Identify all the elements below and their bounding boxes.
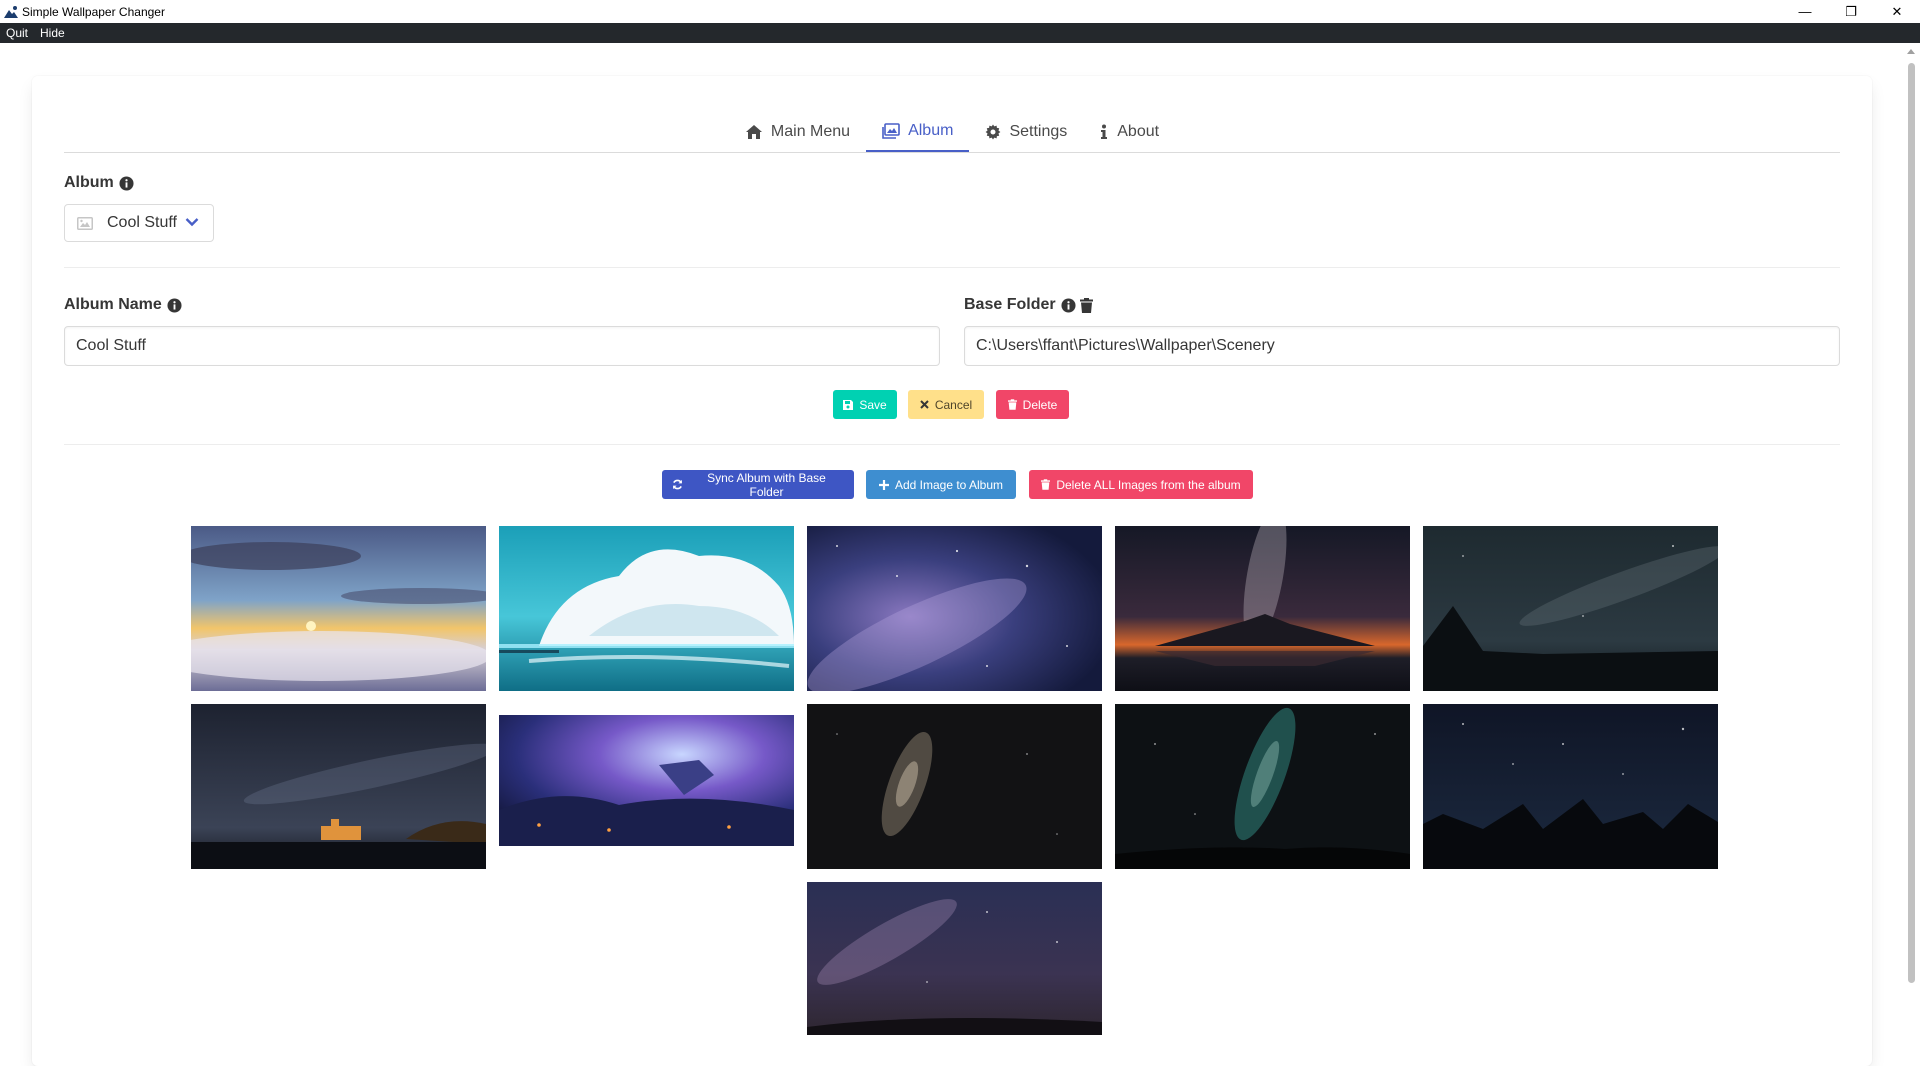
album-label-group: Album bbox=[64, 174, 134, 192]
add-image-button[interactable]: Add Image to Album bbox=[866, 470, 1016, 499]
thumbnail-teal-milky-way[interactable] bbox=[1115, 704, 1410, 869]
menu-bar: Quit Hide bbox=[0, 23, 1920, 43]
save-icon bbox=[843, 399, 854, 410]
menu-hide[interactable]: Hide bbox=[34, 23, 71, 43]
plus-icon bbox=[878, 479, 889, 490]
album-name-label-group: Album Name bbox=[64, 296, 182, 314]
delete-label: Delete bbox=[1022, 397, 1058, 412]
sync-album-button[interactable]: Sync Album with Base Folder bbox=[662, 470, 854, 499]
vertical-scrollbar[interactable] bbox=[1903, 43, 1920, 1035]
scroll-up-arrow-icon[interactable] bbox=[1907, 49, 1915, 54]
base-folder-label: Base Folder bbox=[964, 296, 1056, 313]
delete-button[interactable]: Delete bbox=[996, 390, 1069, 419]
image-icon bbox=[77, 216, 93, 230]
trash-icon[interactable] bbox=[1079, 297, 1093, 313]
trash-icon bbox=[1007, 399, 1017, 410]
restore-button[interactable]: ❐ bbox=[1828, 0, 1874, 23]
thumbnail-castle-night-sky[interactable] bbox=[191, 704, 486, 869]
tab-settings-label: Settings bbox=[1009, 122, 1068, 140]
cancel-button[interactable]: Cancel bbox=[908, 390, 984, 419]
save-button[interactable]: Save bbox=[833, 390, 897, 419]
home-icon bbox=[745, 124, 763, 140]
album-select[interactable]: Cool Stuff bbox=[64, 204, 214, 242]
thumbnail-dark-lake-sky[interactable] bbox=[1423, 526, 1718, 691]
thumbnail-floating-islands[interactable] bbox=[499, 715, 794, 846]
window-titlebar: Simple Wallpaper Changer — ❐ ✕ bbox=[0, 0, 1920, 23]
add-image-label: Add Image to Album bbox=[894, 477, 1004, 492]
trash-icon bbox=[1041, 479, 1051, 490]
thumbnail-galaxy-core[interactable] bbox=[807, 704, 1102, 869]
tab-bar: Main Menu Album Settings About bbox=[64, 112, 1840, 153]
album-select-value: Cool Stuff bbox=[107, 214, 177, 231]
base-folder-input[interactable] bbox=[964, 326, 1840, 366]
delete-all-images-button[interactable]: Delete ALL Images from the album bbox=[1029, 470, 1253, 499]
thumbnail-anime-cloud-pier[interactable] bbox=[499, 526, 794, 691]
images-icon bbox=[882, 123, 900, 139]
scrollbar-thumb[interactable] bbox=[1908, 63, 1915, 983]
minimize-button[interactable]: — bbox=[1782, 0, 1828, 23]
delete-all-images-label: Delete ALL Images from the album bbox=[1056, 477, 1241, 492]
base-folder-info-icon[interactable] bbox=[1061, 297, 1076, 313]
thumbnail-sunset-clouds[interactable] bbox=[191, 526, 486, 691]
album-name-info-icon[interactable] bbox=[167, 297, 182, 313]
save-label: Save bbox=[859, 397, 887, 412]
section-divider bbox=[64, 444, 1840, 445]
tab-main-menu[interactable]: Main Menu bbox=[729, 112, 866, 151]
close-button[interactable]: ✕ bbox=[1874, 0, 1920, 23]
cancel-label: Cancel bbox=[934, 397, 973, 412]
album-name-input[interactable] bbox=[64, 326, 940, 366]
chevron-down-icon bbox=[185, 217, 199, 227]
app-logo-icon bbox=[3, 4, 19, 20]
close-icon bbox=[920, 400, 929, 409]
info-icon bbox=[1099, 124, 1109, 140]
menu-quit[interactable]: Quit bbox=[0, 23, 34, 43]
tab-about[interactable]: About bbox=[1083, 112, 1175, 151]
album-name-label: Album Name bbox=[64, 296, 162, 313]
tab-about-label: About bbox=[1117, 122, 1160, 140]
sync-icon bbox=[672, 479, 683, 490]
album-label: Album bbox=[64, 174, 114, 191]
tab-album[interactable]: Album bbox=[866, 112, 970, 152]
album-info-icon[interactable] bbox=[119, 175, 134, 191]
thumbnail-forest-stars[interactable] bbox=[1423, 704, 1718, 869]
gear-icon bbox=[985, 124, 1001, 140]
section-divider bbox=[64, 267, 1840, 268]
sync-album-label: Sync Album with Base Folder bbox=[707, 470, 826, 499]
window-title: Simple Wallpaper Changer bbox=[22, 4, 165, 19]
thumbnail-purple-night-sky[interactable] bbox=[807, 882, 1102, 1035]
tab-album-label: Album bbox=[908, 122, 954, 139]
tab-main-menu-label: Main Menu bbox=[770, 122, 851, 140]
thumbnail-purple-milky-way[interactable] bbox=[807, 526, 1102, 691]
thumbnail-mountain-milky-way[interactable] bbox=[1115, 526, 1410, 691]
base-folder-label-group: Base Folder bbox=[964, 296, 1093, 314]
tab-settings[interactable]: Settings bbox=[969, 112, 1083, 151]
